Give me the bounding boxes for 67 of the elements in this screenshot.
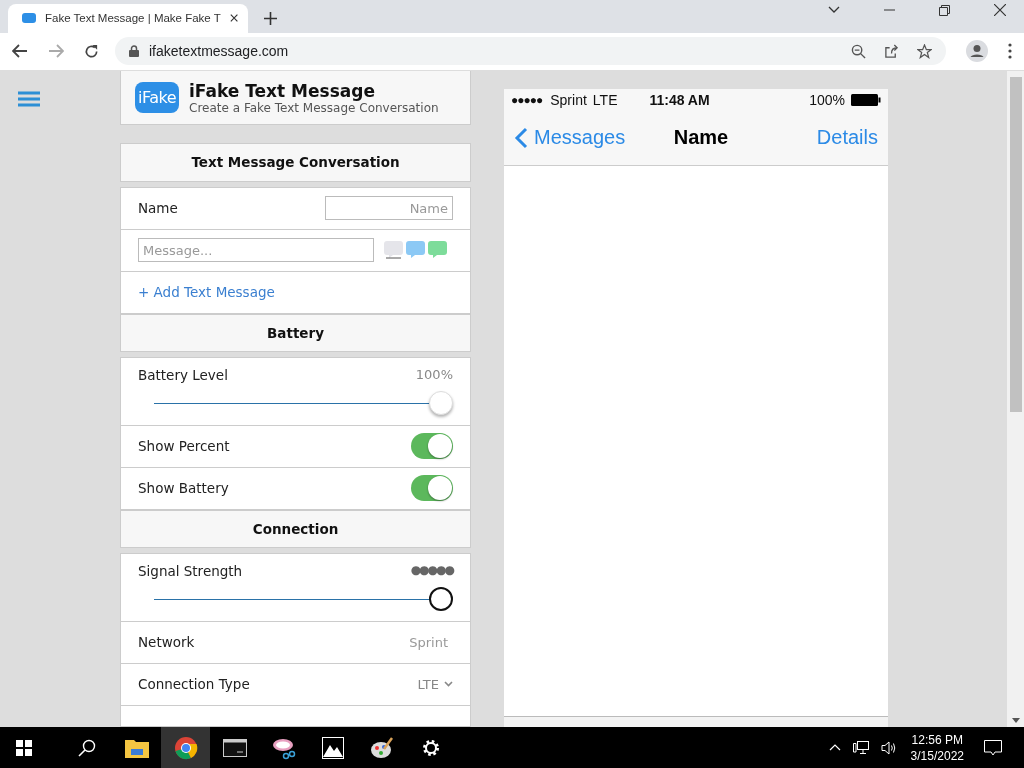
add-message-link[interactable]: + Add Text Message xyxy=(138,284,275,301)
battery-icon xyxy=(851,93,881,106)
field-label: Connection Type xyxy=(138,676,250,693)
close-icon[interactable] xyxy=(994,4,1006,17)
details-link[interactable]: Details xyxy=(816,126,878,150)
toggle-switch[interactable] xyxy=(411,433,453,460)
chevron-up-icon[interactable] xyxy=(828,744,841,751)
share-icon[interactable] xyxy=(884,43,899,59)
browser-icon xyxy=(173,735,198,760)
carrier-name: Sprint xyxy=(550,91,587,108)
address-bar[interactable]: ifaketextmessage.com xyxy=(115,37,946,66)
search-icon[interactable] xyxy=(78,738,96,757)
terminal-icon xyxy=(222,738,247,757)
image-icon xyxy=(321,736,344,759)
notification-icon[interactable] xyxy=(984,739,1002,756)
chevron-down-icon xyxy=(444,681,453,688)
connection-type-dropdown[interactable]: LTE xyxy=(417,677,453,692)
browser-tab[interactable]: Fake Text Message | Make Fake T xyxy=(8,3,248,33)
reload-icon[interactable] xyxy=(84,43,99,59)
field-label: Name xyxy=(138,200,178,217)
restore-icon[interactable] xyxy=(939,4,950,16)
back-icon[interactable] xyxy=(12,44,28,59)
palette-icon xyxy=(369,736,394,759)
battery-reading: 100% xyxy=(415,367,453,384)
conversation-title: Name xyxy=(673,126,729,150)
network-type: LTE xyxy=(592,91,618,108)
folder-icon xyxy=(124,737,149,758)
section-heading: Connection xyxy=(120,509,471,548)
gear-icon xyxy=(420,737,441,758)
taskbar-app[interactable] xyxy=(161,727,210,768)
scroll-down-icon[interactable] xyxy=(1011,718,1020,723)
menu-icon[interactable] xyxy=(1008,43,1012,60)
battery-percent: 100% xyxy=(809,91,845,108)
back-link[interactable]: Messages xyxy=(514,126,626,150)
windows-start-icon[interactable] xyxy=(16,739,32,756)
close-icon[interactable] xyxy=(229,13,238,24)
url-text: ifaketextmessage.com xyxy=(149,43,289,60)
minimize-icon[interactable] xyxy=(884,9,895,12)
chat-icon xyxy=(22,13,36,24)
zoom-out-icon[interactable] xyxy=(851,43,866,59)
lock-icon xyxy=(129,45,139,58)
signal-dots: ●●●●● xyxy=(511,92,543,107)
field-label: Network xyxy=(138,634,195,651)
toggle-label: Show Percent xyxy=(138,438,230,455)
tab-title: Fake Text Message | Make Fake T xyxy=(45,12,221,25)
star-icon[interactable] xyxy=(917,43,932,59)
toggle-switch[interactable] xyxy=(411,475,453,502)
signal-reading: ●●●●● xyxy=(410,563,453,580)
plus-icon[interactable] xyxy=(264,11,277,25)
toggle-label: Show Battery xyxy=(138,480,229,497)
site-title: iFake Text Message xyxy=(189,80,376,101)
field-label: Signal Strength xyxy=(138,563,243,580)
profile-icon[interactable] xyxy=(966,40,988,63)
phone-time: 11:48 AM xyxy=(649,91,710,108)
name-field[interactable]: Name xyxy=(325,196,453,221)
site-subtitle: Create a Fake Text Message Conversation xyxy=(189,100,439,115)
taskbar-clock[interactable]: 12:56 PM 3/15/2022 xyxy=(910,731,964,764)
network-icon[interactable] xyxy=(852,740,869,755)
section-heading: Battery xyxy=(120,313,471,352)
logo: iFake xyxy=(135,82,180,114)
chevron-down-icon[interactable] xyxy=(828,6,840,15)
chevron-left-icon xyxy=(514,126,528,149)
message-field[interactable]: Message... xyxy=(138,238,374,263)
section-heading: Text Message Conversation xyxy=(120,143,471,182)
speaker-icon[interactable] xyxy=(880,740,897,755)
scrollbar[interactable] xyxy=(1007,70,1024,727)
field-label: Battery Level xyxy=(138,367,228,384)
